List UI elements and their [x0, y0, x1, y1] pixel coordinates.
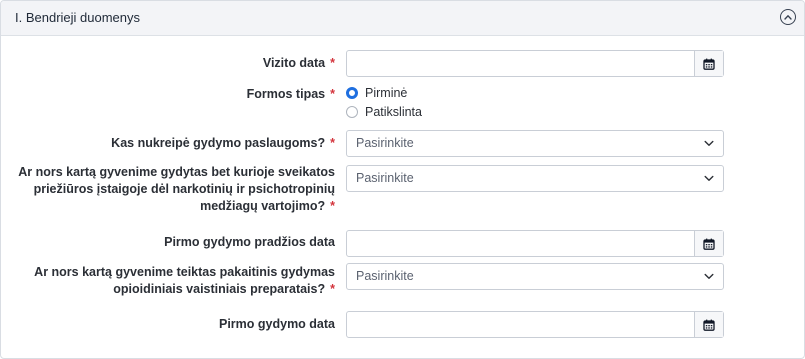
chevron-up-icon	[784, 15, 792, 20]
visit-date-label: Vizito data *	[262, 56, 335, 70]
visit-date-field	[346, 50, 724, 77]
substitution-therapy-select[interactable]: Pasirinkite	[346, 263, 724, 290]
first-treatment-start-date-field	[346, 230, 724, 257]
radio-label: Patikslinta	[365, 105, 422, 119]
required-marker: *	[330, 282, 335, 296]
visit-date-input[interactable]	[347, 51, 696, 76]
required-marker: *	[330, 136, 335, 150]
required-marker: *	[330, 199, 335, 213]
first-treatment-start-date-label: Pirmo gydymo pradžios data	[164, 235, 335, 249]
chevron-up-circle-icon[interactable]	[780, 9, 796, 25]
prior-treatment-label: Ar nors kartą gyvenime gydytas bet kurio…	[18, 165, 335, 213]
prior-treatment-select[interactable]: Pasirinkite	[346, 165, 724, 192]
select-value: Pasirinkite	[356, 269, 414, 283]
select-value: Pasirinkite	[356, 171, 414, 185]
calendar-icon[interactable]	[694, 51, 723, 76]
radio-option-patikslinta[interactable]: Patikslinta	[346, 104, 422, 120]
chevron-down-icon	[704, 273, 714, 279]
radio-checked[interactable]	[346, 87, 358, 99]
referral-source-label: Kas nukreipė gydymo paslaugoms? *	[111, 136, 335, 150]
panel-title: I. Bendrieji duomenys	[15, 10, 141, 25]
panel-header[interactable]: I. Bendrieji duomenys	[1, 1, 804, 36]
general-data-panel: I. Bendrieji duomenys Vizito data * Form…	[0, 0, 805, 359]
substitution-therapy-label: Ar nors kartą gyvenime teiktas pakaitini…	[34, 265, 335, 296]
referral-source-select[interactable]: Pasirinkite	[346, 130, 724, 157]
form-type-label: Formos tipas *	[246, 87, 335, 101]
required-marker: *	[330, 56, 335, 70]
radio-unchecked[interactable]	[346, 106, 358, 118]
first-treatment-date-input[interactable]	[347, 312, 696, 337]
radio-label: Pirminė	[365, 86, 408, 100]
required-marker: *	[330, 87, 335, 101]
calendar-icon[interactable]	[694, 231, 723, 256]
chevron-down-icon	[704, 140, 714, 146]
first-treatment-date-label: Pirmo gydymo data	[219, 317, 335, 331]
calendar-icon[interactable]	[694, 312, 723, 337]
chevron-down-icon	[704, 175, 714, 181]
first-treatment-date-field	[346, 311, 724, 338]
select-value: Pasirinkite	[356, 136, 414, 150]
first-treatment-start-date-input[interactable]	[347, 231, 696, 256]
radio-option-pirmine[interactable]: Pirminė	[346, 85, 407, 101]
